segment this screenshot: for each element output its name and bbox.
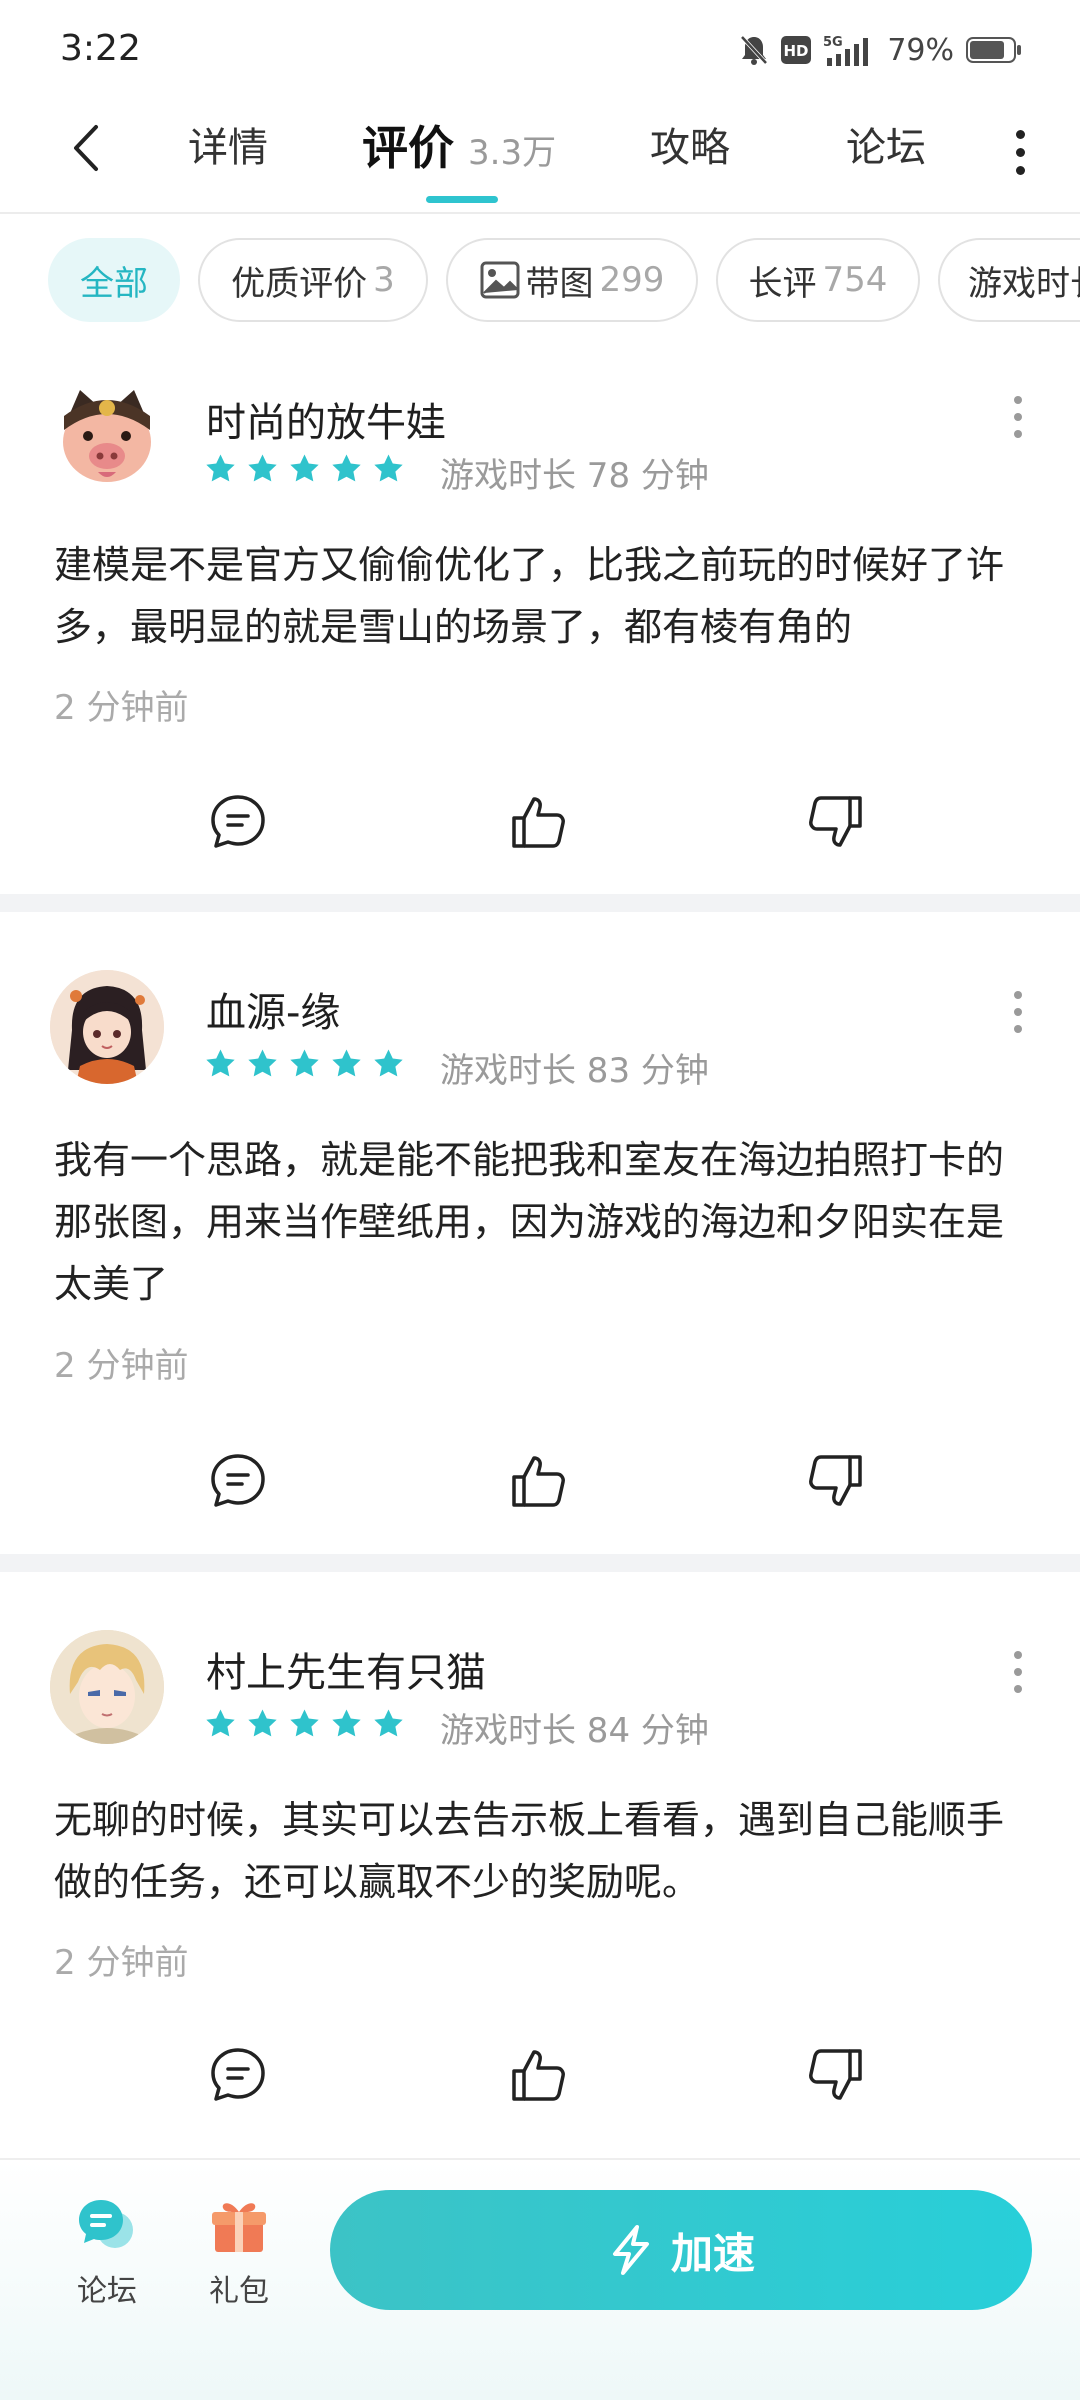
thumbs-up-icon — [512, 2050, 565, 2101]
image-icon — [480, 261, 520, 299]
review-text[interactable]: 无聊的时候，其实可以去告示板上看看，遇到自己能顺手做的任务，还可以赢取不少的奖励… — [54, 1789, 1034, 1913]
hd-icon: HD — [781, 36, 812, 64]
like-button[interactable] — [506, 2043, 570, 2107]
star-rating — [204, 452, 405, 485]
boost-button[interactable]: 加速 — [330, 2190, 1032, 2310]
thumbs-down-icon — [809, 796, 862, 847]
avatar[interactable] — [50, 1630, 164, 1744]
dislike-button[interactable] — [804, 2043, 868, 2107]
review-card: 血源-缘 游戏时长 83 分钟 我有一个思路，就是能不能把我和室友在海边拍照打卡… — [0, 955, 1080, 1555]
more-options-button[interactable] — [1000, 122, 1040, 182]
star-icon — [374, 1709, 403, 1737]
review-username[interactable]: 时尚的放牛娃 — [206, 390, 446, 448]
thumbs-up-icon — [512, 1456, 565, 1507]
filter-long-review[interactable]: 长评 754 — [716, 238, 920, 322]
forum-chat-icon — [79, 2200, 133, 2248]
star-icon — [332, 1709, 361, 1737]
review-time: 2 分钟前 — [54, 1943, 189, 1983]
star-icon — [332, 454, 361, 482]
status-time: 3:22 — [60, 28, 141, 69]
comment-icon — [211, 1454, 265, 1507]
review-username[interactable]: 村上先生有只猫 — [206, 1640, 486, 1698]
lightning-icon — [612, 2225, 649, 2275]
thumbs-down-icon — [809, 2049, 862, 2100]
star-icon — [374, 454, 403, 482]
dislike-button[interactable] — [804, 790, 868, 854]
dislike-button[interactable] — [804, 1449, 868, 1513]
filter-quality[interactable]: 优质评价 3 — [198, 238, 428, 322]
star-icon — [290, 1709, 319, 1737]
review-filters: 全部 优质评价3 带图299 长评754 游戏时长 — [0, 238, 1080, 324]
tab-forum[interactable]: 论坛 — [846, 118, 926, 178]
star-icon — [206, 454, 235, 482]
star-icon — [332, 1049, 361, 1077]
boost-label: 加速 — [670, 2228, 755, 2278]
star-icon — [248, 1049, 277, 1077]
divider — [0, 894, 1080, 912]
forum-button[interactable]: 论坛 — [52, 2196, 162, 2310]
avatar[interactable] — [50, 378, 164, 492]
comment-button[interactable] — [206, 1449, 270, 1513]
battery-icon — [966, 36, 1022, 64]
comment-icon — [211, 2048, 265, 2101]
status-bar: 3:22 HD 5G 79% — [0, 0, 1080, 100]
star-icon — [248, 1709, 277, 1737]
tab-reviews[interactable]: 评价 3.3万 — [362, 118, 556, 178]
mute-bell-icon — [739, 34, 769, 66]
active-tab-indicator — [426, 196, 498, 203]
top-nav: 详情 评价 3.3万 攻略 论坛 — [0, 100, 1080, 214]
status-icons: HD 5G 79% — [739, 30, 1022, 70]
filter-playtime[interactable]: 游戏时长 — [938, 238, 1080, 322]
battery-percent: 79% — [887, 32, 954, 68]
filter-all[interactable]: 全部 — [48, 238, 180, 322]
tab-guides[interactable]: 攻略 — [650, 118, 730, 178]
gift-label: 礼包 — [209, 2274, 269, 2309]
thumbs-down-icon — [809, 1455, 862, 1506]
divider — [0, 1554, 1080, 1572]
reviews-count: 3.3万 — [468, 133, 557, 173]
chevron-left-icon — [74, 125, 98, 171]
review-username[interactable]: 血源-缘 — [206, 980, 340, 1038]
network-text: 5G — [823, 35, 843, 50]
star-icon — [374, 1049, 403, 1077]
tab-details[interactable]: 详情 — [188, 118, 268, 178]
playtime: 游戏时长 78 分钟 — [440, 456, 709, 496]
review-text[interactable]: 我有一个思路，就是能不能把我和室友在海边拍照打卡的那张图，用来当作壁纸用，因为游… — [54, 1129, 1034, 1315]
playtime: 游戏时长 83 分钟 — [440, 1051, 709, 1091]
star-rating — [204, 1047, 405, 1080]
bottom-action-bar: 论坛 礼包 加速 — [0, 2158, 1080, 2400]
review-more-button[interactable] — [1008, 991, 1028, 1033]
star-icon — [290, 1049, 319, 1077]
review-text[interactable]: 建模是不是官方又偷偷优化了，比我之前玩的时候好了许多，最明显的就是雪山的场景了，… — [54, 534, 1034, 658]
star-icon — [248, 454, 277, 482]
comment-button[interactable] — [206, 2043, 270, 2107]
review-time: 2 分钟前 — [54, 1346, 189, 1386]
filter-with-images[interactable]: 带图 299 — [446, 238, 698, 322]
anime-girl-avatar-icon — [50, 970, 164, 1084]
star-rating — [204, 1707, 405, 1740]
star-icon — [290, 454, 319, 482]
pig-avatar-icon — [63, 390, 151, 482]
gift-icon — [212, 2203, 266, 2252]
like-button[interactable] — [506, 1449, 570, 1513]
hd-text: HD — [784, 42, 809, 60]
star-icon — [206, 1049, 235, 1077]
review-time: 2 分钟前 — [54, 688, 189, 728]
star-icon — [206, 1709, 235, 1737]
comment-button[interactable] — [206, 790, 270, 854]
signal-5g-icon: 5G — [823, 34, 871, 66]
review-more-button[interactable] — [1008, 1651, 1028, 1693]
comment-icon — [211, 795, 265, 848]
back-button[interactable] — [58, 120, 114, 176]
review-more-button[interactable] — [1008, 396, 1028, 438]
anime-boy-avatar-icon — [50, 1630, 164, 1744]
gift-button[interactable]: 礼包 — [184, 2196, 294, 2310]
avatar[interactable] — [50, 970, 164, 1084]
like-button[interactable] — [506, 790, 570, 854]
review-card: 村上先生有只猫 游戏时长 84 分钟 无聊的时候，其实可以去告示板上看看，遇到自… — [0, 1615, 1080, 2155]
thumbs-up-icon — [512, 797, 565, 848]
forum-label: 论坛 — [77, 2274, 137, 2309]
review-card: 时尚的放牛娃 游戏时长 78 分钟 建模是不是官方又偷偷优化了，比我之前玩的时候… — [0, 360, 1080, 900]
playtime: 游戏时长 84 分钟 — [440, 1711, 709, 1751]
